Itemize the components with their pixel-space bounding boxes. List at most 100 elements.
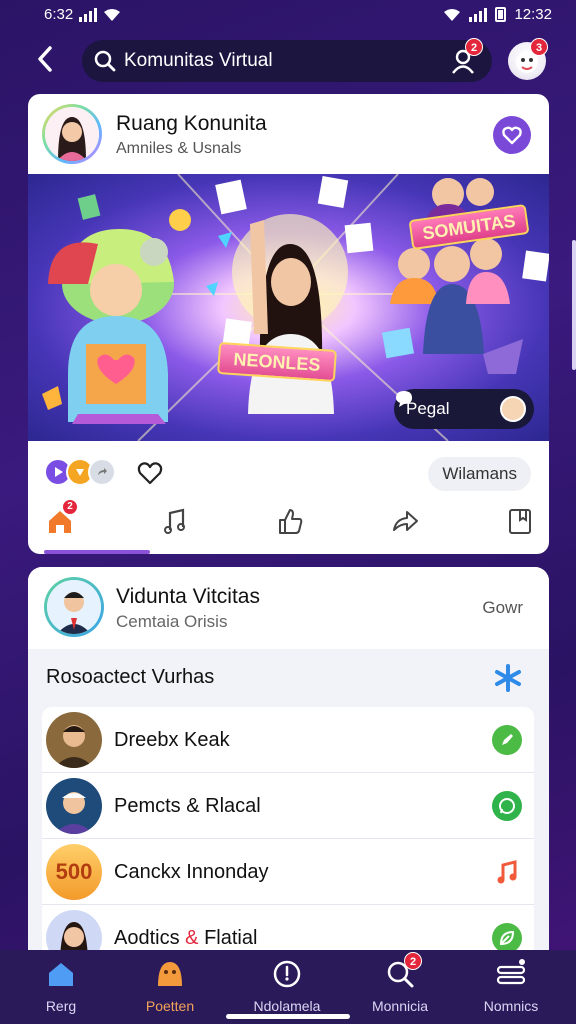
user-search-button[interactable]: 2 bbox=[448, 38, 483, 76]
people-button[interactable]: Pegal bbox=[394, 389, 534, 429]
tab-bookmark[interactable] bbox=[502, 505, 538, 537]
thumbs-up-icon bbox=[279, 509, 303, 534]
nav-item-discover[interactable]: Ndolamela bbox=[237, 958, 337, 1018]
wifi-icon bbox=[104, 8, 121, 21]
back-button[interactable] bbox=[30, 44, 60, 78]
media-icons bbox=[44, 458, 116, 486]
members-card: Vidunta Vitcitas Cemtaia Orisis Gowr Ros… bbox=[28, 567, 549, 951]
music-icon bbox=[164, 508, 185, 534]
nav-label: Nomnics bbox=[483, 998, 539, 1014]
asterisk-icon bbox=[495, 664, 521, 692]
man-avatar-icon bbox=[46, 712, 102, 768]
member-name: Pemcts & Rlacal bbox=[114, 795, 261, 817]
member-list: Dreebx Keak Pemcts & Rlacal 500 Canckx I… bbox=[42, 707, 534, 951]
section-options-button[interactable] bbox=[493, 663, 523, 693]
list-item[interactable]: 500 Canckx Innonday bbox=[42, 839, 534, 905]
member-avatar bbox=[46, 910, 102, 951]
community-subtitle: Amniles & Usnals bbox=[116, 140, 242, 157]
woman-avatar-icon bbox=[45, 107, 99, 161]
status-bar: 6:32 12:32 bbox=[0, 0, 576, 32]
tab-music[interactable] bbox=[157, 505, 193, 537]
man-avatar-icon bbox=[47, 580, 101, 634]
nav-item-search[interactable]: 2 Monnicia bbox=[350, 952, 450, 1018]
status-left: 6:32 bbox=[44, 6, 121, 23]
share-mini-icon[interactable] bbox=[88, 458, 116, 486]
central-figure bbox=[232, 214, 348, 414]
search-icon bbox=[94, 50, 116, 72]
community-avatar bbox=[42, 104, 102, 164]
cartoon-character-left bbox=[48, 229, 174, 424]
action-card: Wilamans 2 bbox=[28, 441, 549, 554]
scroll-edge bbox=[572, 240, 576, 370]
nav-item-home[interactable]: Rerg bbox=[11, 958, 111, 1018]
bottom-navigation: Rerg Poetten Ndolamela 2 Monnicia Nomnic… bbox=[0, 950, 576, 1024]
featured-member-avatar bbox=[44, 577, 104, 637]
search-input[interactable] bbox=[124, 50, 454, 72]
heart-shield-icon bbox=[502, 126, 522, 145]
green-edit-icon[interactable] bbox=[492, 725, 522, 755]
profile-badge: 3 bbox=[530, 38, 548, 56]
mascot-icon bbox=[158, 962, 182, 986]
home-icon bbox=[49, 963, 73, 986]
chevron-left-icon bbox=[38, 46, 52, 72]
leaf-icon[interactable] bbox=[492, 923, 522, 951]
home-indicator bbox=[226, 1014, 350, 1019]
signal-icon bbox=[469, 7, 488, 22]
member-avatar bbox=[46, 712, 102, 768]
tab-like[interactable] bbox=[272, 505, 308, 537]
people-avatar bbox=[500, 396, 526, 422]
member-name-head: Aodtics bbox=[114, 927, 180, 949]
like-button[interactable] bbox=[136, 459, 164, 487]
bookmark-icon bbox=[509, 509, 531, 534]
member-name: Aodtics & Flatial bbox=[114, 927, 257, 950]
woman-avatar-icon bbox=[46, 910, 102, 951]
status-right: 12:32 bbox=[443, 6, 552, 23]
list-item[interactable]: Pemcts & Rlacal bbox=[42, 773, 534, 839]
member-name: Dreebx Keak bbox=[114, 729, 230, 751]
nav-badge: 2 bbox=[404, 952, 422, 970]
menu-icon bbox=[496, 959, 526, 985]
status-time-right: 12:32 bbox=[514, 6, 552, 23]
community-shield-button[interactable] bbox=[493, 116, 531, 154]
member-name: Canckx Innonday bbox=[114, 861, 269, 883]
featured-member-subtitle: Cemtaia Orisis bbox=[116, 612, 228, 631]
heart-icon bbox=[137, 462, 163, 485]
music-note-icon[interactable] bbox=[492, 857, 522, 887]
status-time-left: 6:32 bbox=[44, 6, 74, 23]
member-avatar: 500 bbox=[46, 844, 102, 900]
profile-avatar[interactable]: 3 bbox=[508, 38, 548, 80]
members-chip[interactable]: Wilamans bbox=[428, 457, 531, 491]
search-bar[interactable]: 2 bbox=[82, 38, 492, 82]
whatsapp-icon[interactable] bbox=[492, 791, 522, 821]
community-banner[interactable]: SOMUITAS NEONLES Pegal bbox=[28, 174, 549, 441]
tab-home[interactable]: 2 bbox=[42, 499, 78, 537]
featured-member[interactable]: Vidunta Vitcitas Cemtaia Orisis Gowr bbox=[28, 567, 549, 649]
section-title: Rosoactect Vurhas bbox=[46, 666, 215, 688]
action-tab-row: 2 bbox=[42, 499, 538, 541]
featured-member-action[interactable]: Gowr bbox=[482, 598, 523, 618]
community-card[interactable]: Ruang Konunita Amniles & Usnals bbox=[28, 94, 549, 174]
list-item[interactable]: Aodtics & Flatial bbox=[42, 905, 534, 951]
man-avatar-icon bbox=[46, 778, 102, 834]
tab-share[interactable] bbox=[387, 505, 423, 537]
member-name-tail: Flatial bbox=[204, 927, 258, 949]
wifi-icon bbox=[444, 8, 461, 21]
nav-label: Monnicia bbox=[371, 998, 429, 1014]
nav-label: Rerg bbox=[45, 998, 77, 1014]
nav-item-posts[interactable]: Poetten bbox=[120, 958, 220, 1018]
notification-badge: 2 bbox=[465, 38, 483, 56]
signal-icon bbox=[79, 7, 98, 22]
member-name-amp: & bbox=[185, 927, 199, 949]
battery-icon bbox=[495, 7, 507, 22]
tab-badge: 2 bbox=[62, 499, 78, 515]
chat-bubble-icon bbox=[396, 391, 412, 407]
member-avatar bbox=[46, 778, 102, 834]
nav-item-menu[interactable]: Nomnics bbox=[461, 958, 561, 1018]
share-icon bbox=[393, 511, 418, 531]
active-tab-indicator bbox=[44, 550, 150, 554]
community-title: Ruang Konunita bbox=[116, 112, 267, 135]
nav-label: Poetten bbox=[145, 998, 195, 1014]
featured-member-name: Vidunta Vitcitas bbox=[116, 585, 260, 608]
avatar-number: 500 bbox=[55, 859, 93, 884]
list-item[interactable]: Dreebx Keak bbox=[42, 707, 534, 773]
